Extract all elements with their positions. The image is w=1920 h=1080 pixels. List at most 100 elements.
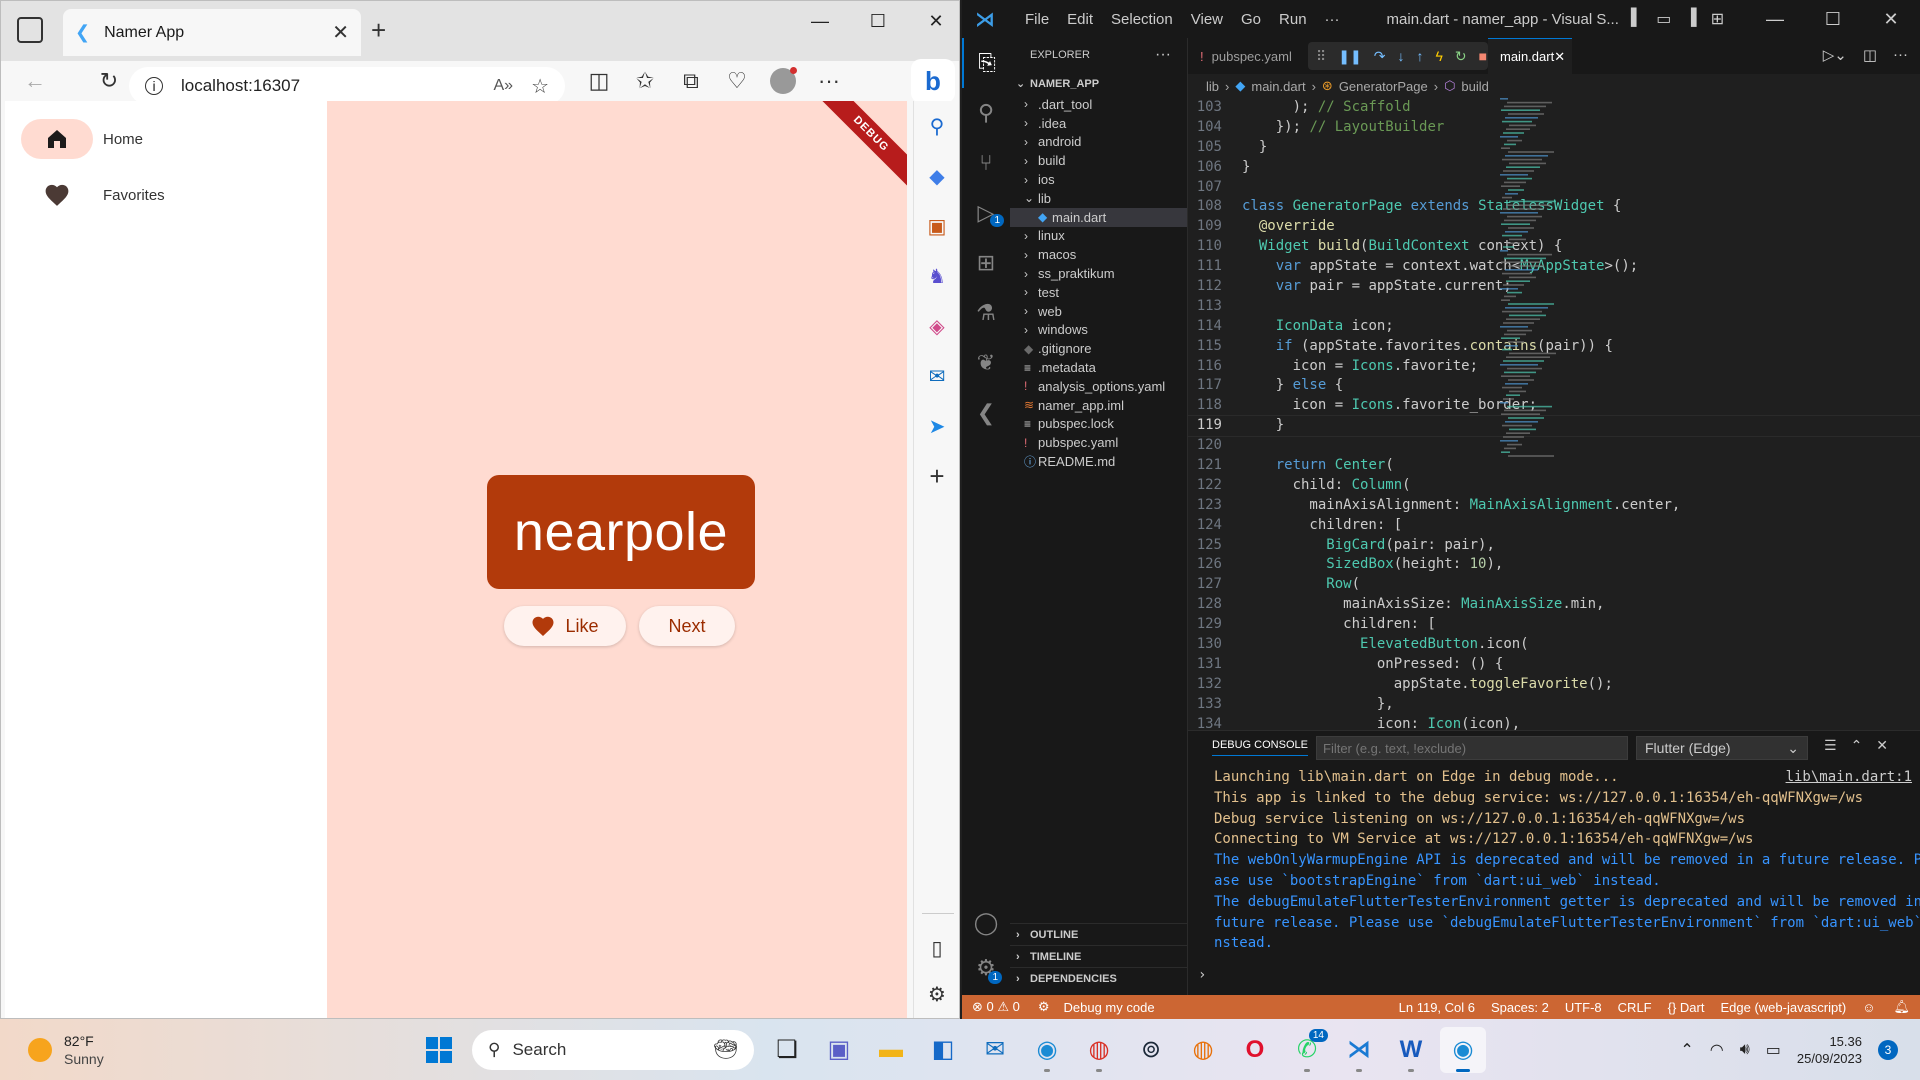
explorer-item[interactable]: ≡ .metadata bbox=[1010, 358, 1187, 377]
steam-icon[interactable]: ⊚ bbox=[1128, 1027, 1174, 1073]
sidebar-toggle-icon[interactable]: ▯ bbox=[914, 923, 960, 973]
task-view-icon[interactable]: ❏ bbox=[764, 1027, 810, 1073]
whatsapp-icon[interactable]: ✆ 14 bbox=[1284, 1027, 1330, 1073]
outlook-icon[interactable]: ✉ bbox=[914, 351, 960, 401]
close-window-icon[interactable]: ✕ bbox=[907, 1, 965, 41]
language-mode[interactable]: {} Dart bbox=[1660, 1000, 1713, 1015]
info-icon[interactable]: i bbox=[145, 77, 163, 95]
encoding[interactable]: UTF-8 bbox=[1557, 1000, 1610, 1015]
console-prompt-icon[interactable]: › bbox=[1198, 967, 1206, 983]
problems-count[interactable]: ⊗ 0 ⚠ 0 bbox=[962, 999, 1030, 1015]
explorer-item[interactable]: ! pubspec.yaml bbox=[1010, 433, 1187, 452]
file-explorer-icon[interactable]: ▬ bbox=[868, 1027, 914, 1073]
stop-icon[interactable]: ■ bbox=[1479, 48, 1487, 64]
explorer-item[interactable]: ! analysis_options.yaml bbox=[1010, 377, 1187, 396]
menu-item[interactable]: Run bbox=[1270, 11, 1316, 28]
explorer-item[interactable]: › macos bbox=[1010, 245, 1187, 264]
chrome-icon[interactable]: ◍ bbox=[1076, 1027, 1122, 1073]
split-screen-icon[interactable]: ◫ bbox=[581, 63, 617, 99]
collections-icon[interactable]: ⧉ bbox=[673, 63, 709, 99]
settings-gear-icon[interactable]: ⚙ bbox=[914, 969, 960, 1019]
tab-actions-icon[interactable] bbox=[17, 17, 43, 43]
taskbar-search[interactable]: ⚲ Search 🥗︎ bbox=[472, 1029, 754, 1070]
breadcrumb-class[interactable]: GeneratorPage bbox=[1339, 79, 1428, 94]
explorer-more-icon[interactable]: ··· bbox=[1155, 46, 1171, 64]
editor-more-icon[interactable]: ··· bbox=[1893, 46, 1908, 64]
extensions-icon[interactable]: ⊞ bbox=[962, 238, 1010, 288]
close-tab-icon[interactable]: ✕ bbox=[332, 20, 349, 45]
edge-icon[interactable]: ◉ bbox=[1024, 1027, 1070, 1073]
editor-minimap[interactable] bbox=[1498, 98, 1558, 478]
address-bar[interactable]: i localhost:16307 A» ☆ bbox=[129, 67, 565, 105]
next-button[interactable]: Next bbox=[639, 606, 735, 646]
testing-icon[interactable]: ⚗ bbox=[962, 288, 1010, 338]
accounts-icon[interactable]: ◯ bbox=[962, 898, 1010, 948]
debug-session-select[interactable]: Flutter (Edge) ⌄ bbox=[1636, 736, 1808, 760]
more-icon[interactable]: ··· bbox=[811, 63, 847, 99]
back-icon[interactable]: ← bbox=[17, 63, 53, 99]
breadcrumb-method[interactable]: build bbox=[1461, 79, 1488, 94]
maximize-icon[interactable]: ☐ bbox=[849, 1, 907, 41]
refresh-icon[interactable]: ↻ bbox=[91, 63, 127, 99]
menu-item[interactable]: Selection bbox=[1102, 11, 1182, 28]
menu-item[interactable]: Edit bbox=[1058, 11, 1102, 28]
word-icon[interactable]: W bbox=[1388, 1027, 1434, 1073]
explorer-item[interactable]: › android bbox=[1010, 133, 1187, 152]
toggle-sidebar-icon[interactable]: ▌ bbox=[1631, 9, 1642, 29]
split-editor-icon[interactable]: ◫ bbox=[1863, 46, 1877, 64]
menu-item[interactable]: Go bbox=[1232, 11, 1270, 28]
performance-icon[interactable]: ♡ bbox=[719, 63, 755, 99]
weather-widget[interactable]: 82°F Sunny bbox=[28, 1032, 188, 1068]
explorer-item[interactable]: › test bbox=[1010, 283, 1187, 302]
teams-icon[interactable]: ▣ bbox=[816, 1027, 862, 1073]
explorer-item[interactable]: › build bbox=[1010, 151, 1187, 170]
menu-item[interactable]: View bbox=[1182, 11, 1232, 28]
notifications-bell-icon[interactable]: 🔔︎ bbox=[1883, 999, 1920, 1015]
console-source-link[interactable]: lib\main.dart:1 bbox=[1786, 769, 1912, 785]
explorer-item[interactable]: › .dart_tool bbox=[1010, 95, 1187, 114]
dependencies-section[interactable]: › DEPENDENCIES bbox=[1010, 967, 1188, 989]
explorer-item[interactable]: ⌄ lib bbox=[1010, 189, 1187, 208]
chrome-alt-icon[interactable]: ◍ bbox=[1180, 1027, 1226, 1073]
mail-icon[interactable]: ✉ bbox=[972, 1027, 1018, 1073]
chess-icon[interactable]: ♞ bbox=[914, 251, 960, 301]
feedback-icon[interactable]: ☺ bbox=[1854, 1000, 1883, 1015]
timeline-section[interactable]: › TIMELINE bbox=[1010, 945, 1188, 967]
console-filter-input[interactable] bbox=[1316, 736, 1628, 760]
minimize-icon[interactable]: — bbox=[791, 1, 849, 41]
tab-main-dart[interactable]: main.dart ✕ bbox=[1488, 38, 1572, 74]
breadcrumb-lib[interactable]: lib bbox=[1206, 79, 1219, 94]
search-icon[interactable]: ⚲ bbox=[962, 88, 1010, 138]
opera-icon[interactable]: O bbox=[1232, 1027, 1278, 1073]
flutter-icon[interactable]: ❮ bbox=[962, 388, 1010, 438]
tab-debug-console[interactable]: DEBUG CONSOLE bbox=[1212, 739, 1308, 756]
explorer-item[interactable]: ≡ pubspec.lock bbox=[1010, 415, 1187, 434]
tag-icon[interactable]: ◆ bbox=[914, 151, 960, 201]
run-debug-dropdown-icon[interactable]: ▷⌄ bbox=[1823, 46, 1847, 64]
office-icon[interactable]: ◈ bbox=[914, 301, 960, 351]
explorer-item[interactable]: › windows bbox=[1010, 321, 1187, 340]
step-over-icon[interactable]: ↷ bbox=[1374, 48, 1386, 65]
read-aloud-icon[interactable]: A» bbox=[493, 77, 513, 95]
vscode-icon[interactable]: ⋊ bbox=[1336, 1027, 1382, 1073]
explorer-item[interactable]: › ios bbox=[1010, 170, 1187, 189]
end-of-line[interactable]: CRLF bbox=[1610, 1000, 1660, 1015]
drag-handle-icon[interactable]: ⠿ bbox=[1316, 48, 1326, 65]
project-root[interactable]: ⌄ NAMER_APP bbox=[1010, 72, 1187, 95]
maximize-panel-icon[interactable]: ⌃ bbox=[1851, 737, 1863, 754]
tab-pubspec-yaml[interactable]: ! pubspec.yaml bbox=[1188, 38, 1308, 74]
explorer-item[interactable]: › ss_praktikum bbox=[1010, 264, 1187, 283]
bing-icon[interactable]: b bbox=[911, 59, 955, 103]
mongodb-icon[interactable]: ❦ bbox=[962, 338, 1010, 388]
notification-badge[interactable]: 3 bbox=[1878, 1039, 1898, 1060]
vs-maximize-icon[interactable]: ☐ bbox=[1804, 0, 1862, 39]
step-into-icon[interactable]: ↓ bbox=[1397, 48, 1404, 64]
browser-tab-active[interactable]: ❮ Namer App ✕ bbox=[63, 9, 361, 56]
close-panel-icon[interactable]: ✕ bbox=[1876, 737, 1888, 754]
breadcrumb-file[interactable]: main.dart bbox=[1251, 79, 1305, 94]
cursor-position[interactable]: Ln 119, Col 6 bbox=[1391, 1000, 1483, 1015]
close-tab-icon[interactable]: ✕ bbox=[1554, 49, 1565, 65]
profile-avatar[interactable] bbox=[765, 63, 801, 99]
source-control-icon[interactable]: ⑂ bbox=[962, 138, 1010, 188]
menu-item[interactable]: ··· bbox=[1316, 11, 1349, 28]
